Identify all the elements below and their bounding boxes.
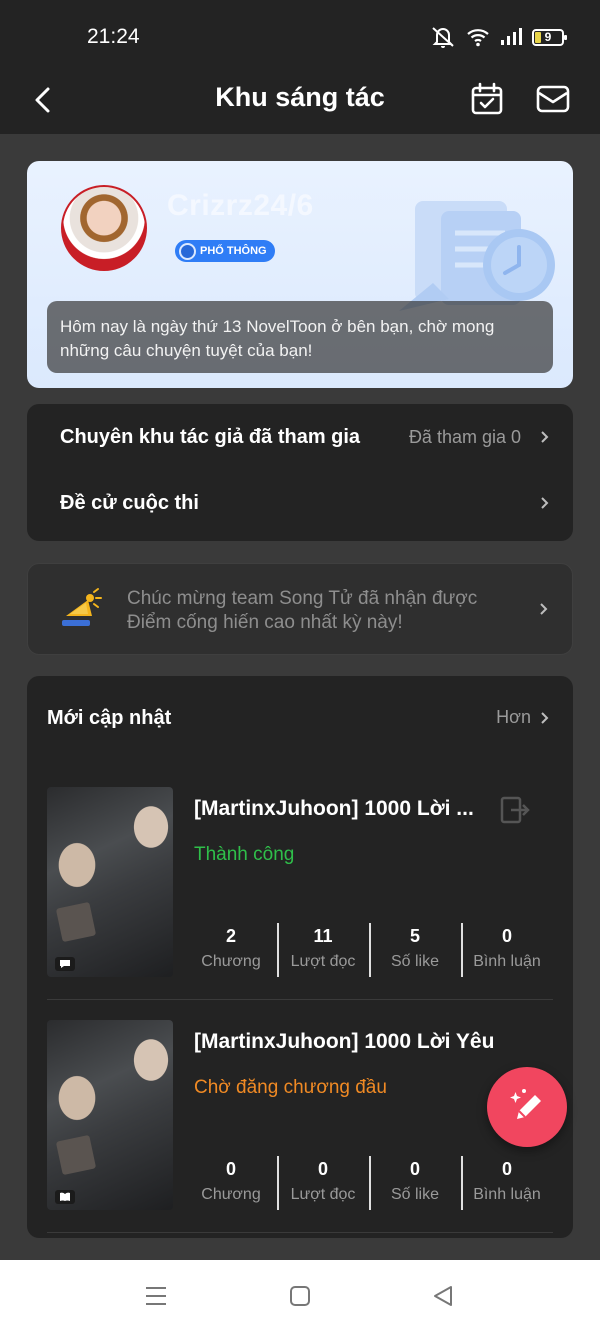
book-title: [MartinxJuhoon] 1000 Lời Yêu bbox=[194, 1030, 495, 1053]
book-status: Thành công bbox=[194, 844, 295, 865]
stat-label: Chương bbox=[201, 953, 261, 970]
chevron-right-icon bbox=[541, 431, 549, 443]
system-back-button[interactable] bbox=[425, 1280, 461, 1312]
stat-label: Lượt đọc bbox=[290, 953, 356, 970]
chevron-right-icon bbox=[540, 603, 548, 615]
divider bbox=[47, 999, 553, 1000]
book-stats: 2 Chương 11 Lượt đọc 5 Số like 0 Bình lu… bbox=[185, 923, 553, 977]
recent-apps-button[interactable] bbox=[138, 1280, 174, 1312]
stat-comments: 0 Bình luận bbox=[461, 1156, 553, 1210]
top-bar: Khu sáng tác bbox=[0, 68, 600, 134]
battery-icon: 9 bbox=[532, 28, 567, 46]
stat-value: 11 bbox=[313, 926, 333, 946]
stat-chapters: 0 Chương bbox=[185, 1156, 277, 1210]
joined-author-zones-row[interactable]: Chuyên khu tác giả đã tham gia Đã tham g… bbox=[27, 404, 573, 470]
divider bbox=[47, 1232, 553, 1233]
stat-value: 5 bbox=[409, 926, 420, 946]
pencil-icon bbox=[510, 1089, 541, 1119]
greeting-message: Hôm nay là ngày thứ 13 NovelToon ở bên b… bbox=[47, 301, 553, 373]
stat-comments: 0 Bình luận bbox=[461, 923, 553, 977]
more-label: Hơn bbox=[496, 707, 531, 727]
stat-label: Lượt đọc bbox=[290, 1186, 356, 1203]
recent-updates-card: Mới cập nhật Hơn [MartinxJuhoon] 1000 Lờ… bbox=[27, 676, 573, 1238]
messages-button[interactable] bbox=[532, 78, 574, 120]
announcement-banner[interactable]: Chúc mừng team Song Tử đã nhận được Điểm… bbox=[27, 563, 573, 655]
signal-icon bbox=[501, 28, 522, 45]
status-icons: 9 bbox=[430, 25, 567, 49]
stat-chapters: 2 Chương bbox=[185, 923, 277, 977]
level-label: PHỔ THÔNG bbox=[200, 245, 267, 257]
triangle-back-icon bbox=[434, 1286, 452, 1306]
stat-likes: 5 Số like bbox=[369, 923, 461, 977]
stat-value: 0 bbox=[501, 926, 512, 946]
joined-count-value: Đã tham gia 0 bbox=[408, 426, 521, 447]
book-status: Chờ đăng chương đầu bbox=[194, 1077, 387, 1098]
write-button[interactable] bbox=[487, 1067, 567, 1147]
book-badge-icon bbox=[55, 1190, 75, 1204]
contest-recommendation-row[interactable]: Đề cử cuộc thi bbox=[27, 470, 573, 536]
announcement-text: Chúc mừng team Song Tử đã nhận được Điểm… bbox=[127, 588, 478, 633]
username: Crizrz24/6 bbox=[167, 189, 314, 222]
author-menu-card: Chuyên khu tác giả đã tham gia Đã tham g… bbox=[27, 404, 573, 541]
stat-value: 2 bbox=[225, 926, 236, 946]
comment-badge-icon bbox=[55, 957, 75, 971]
battery-level: 9 bbox=[544, 29, 552, 44]
book-cover bbox=[47, 1020, 173, 1210]
mute-bell-icon bbox=[432, 27, 454, 48]
checkin-calendar-button[interactable] bbox=[466, 78, 508, 120]
book-title: [MartinxJuhoon] 1000 Lời ... bbox=[194, 797, 474, 820]
stat-label: Số like bbox=[390, 1186, 440, 1203]
menu-icon bbox=[146, 1287, 166, 1305]
home-button[interactable] bbox=[282, 1280, 318, 1312]
stat-likes: 0 Số like bbox=[369, 1156, 461, 1210]
export-icon[interactable] bbox=[499, 795, 531, 825]
status-time: 21:24 bbox=[87, 25, 140, 48]
home-square-icon bbox=[290, 1286, 310, 1306]
page-title: Khu sáng tác bbox=[215, 82, 385, 112]
stat-value: 0 bbox=[317, 1159, 328, 1179]
more-button[interactable]: Hơn bbox=[496, 707, 551, 728]
mail-icon bbox=[536, 85, 570, 113]
level-badge: PHỔ THÔNG bbox=[175, 240, 275, 262]
recent-updates-title: Mới cập nhật bbox=[47, 707, 172, 729]
stat-label: Số like bbox=[390, 953, 440, 970]
stat-value: 0 bbox=[501, 1159, 512, 1179]
chevron-right-icon bbox=[541, 497, 549, 509]
chevron-right-icon bbox=[541, 711, 549, 724]
stat-label: Bình luận bbox=[473, 1186, 541, 1203]
calendar-check-icon bbox=[471, 82, 503, 115]
contest-recommendation-label: Đề cử cuộc thi bbox=[60, 491, 199, 514]
stat-value: 0 bbox=[409, 1159, 420, 1179]
book-cover bbox=[47, 787, 173, 977]
book-stats: 0 Chương 0 Lượt đọc 0 Số like 0 Bình luậ… bbox=[185, 1156, 553, 1210]
wifi-icon bbox=[467, 29, 489, 47]
system-nav-bar bbox=[0, 1260, 600, 1333]
joined-author-zones-label: Chuyên khu tác giả đã tham gia bbox=[60, 425, 361, 448]
level-diamond-icon bbox=[179, 242, 196, 260]
stat-value: 0 bbox=[225, 1159, 236, 1179]
avatar[interactable] bbox=[61, 185, 147, 271]
book-item[interactable]: [MartinxJuhoon] 1000 Lời Yêu Chờ đăng ch… bbox=[47, 1020, 553, 1233]
stat-reads: 0 Lượt đọc bbox=[277, 1156, 369, 1210]
stat-reads: 11 Lượt đọc bbox=[277, 923, 369, 977]
stat-label: Chương bbox=[201, 1186, 261, 1203]
book-item[interactable]: [MartinxJuhoon] 1000 Lời ... Thành công … bbox=[47, 787, 553, 1000]
status-bar: 21:24 9 bbox=[0, 0, 600, 68]
megaphone-icon bbox=[62, 588, 102, 626]
profile-card: Crizrz24/6 PHỔ THÔNG Hôm nay là ngày thứ… bbox=[27, 161, 573, 388]
stat-label: Bình luận bbox=[473, 953, 541, 970]
